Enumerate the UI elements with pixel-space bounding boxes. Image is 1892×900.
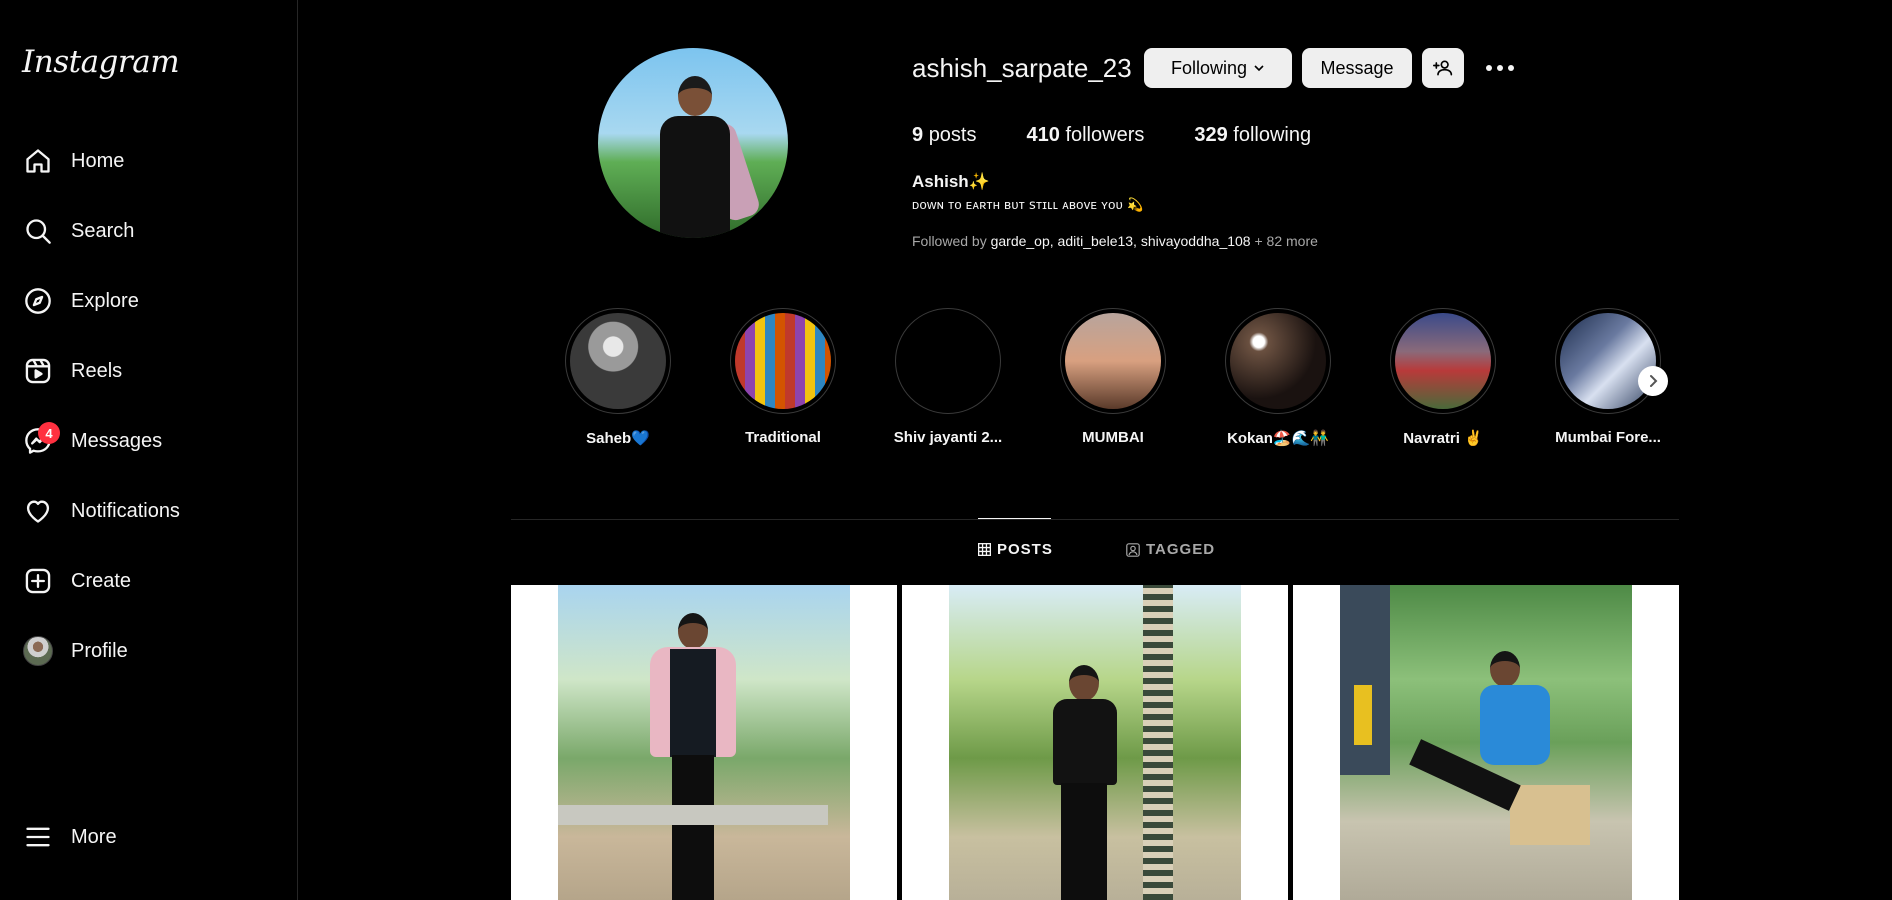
highlight-cover	[570, 313, 666, 409]
followed-by-names: garde_op, aditi_bele13, shivayoddha_108	[990, 233, 1251, 249]
following-label: Following	[1170, 57, 1248, 78]
sidebar-item-explore[interactable]: Explore	[0, 272, 286, 330]
followers-label: followers	[1065, 124, 1145, 146]
profile-stats: 9 posts 410 followers 329 following	[912, 124, 1361, 147]
sidebar: Instagram Home Search Explore Reels 4 Me…	[0, 0, 298, 900]
highlight-cover	[1560, 313, 1656, 409]
tabs-divider	[511, 519, 1679, 520]
followed-by-prefix: Followed by	[912, 233, 991, 249]
suggest-users-button[interactable]	[1422, 48, 1464, 88]
post-thumbnail[interactable]	[511, 585, 897, 900]
story-highlight[interactable]: Saheb💙	[556, 308, 680, 447]
highlight-label: Navratri ✌️	[1403, 430, 1483, 447]
highlight-cover	[900, 313, 996, 409]
message-button[interactable]: Message	[1302, 48, 1412, 88]
unread-badge: 4	[38, 422, 60, 444]
grid-icon	[978, 543, 991, 556]
followers-stat[interactable]: 410 followers	[1027, 124, 1145, 147]
highlight-cover	[1395, 313, 1491, 409]
posts-label: posts	[928, 124, 977, 146]
post-photo	[1340, 585, 1632, 900]
sidebar-item-more[interactable]: More	[0, 808, 286, 866]
sidebar-item-search[interactable]: Search	[0, 202, 286, 260]
profile-bio: ᴅᴏᴡɴ ᴛᴏ ᴇᴀʀᴛʜ ʙᴜᴛ ꜱᴛɪʟʟ ᴀʙᴏᴠᴇ ʏᴏᴜ 💫	[912, 197, 1144, 212]
compass-icon	[22, 285, 54, 317]
post-thumbnail[interactable]	[902, 585, 1288, 900]
posts-stat: 9 posts	[912, 124, 977, 147]
following-stat-label: following	[1233, 124, 1312, 146]
sidebar-item-reels[interactable]: Reels	[0, 342, 286, 400]
sidebar-item-label: Explore	[71, 289, 139, 312]
tab-posts[interactable]: POSTS	[978, 541, 1053, 558]
followers-count: 410	[1026, 124, 1060, 146]
sidebar-item-label: Reels	[71, 359, 123, 382]
menu-icon	[22, 821, 54, 853]
following-button[interactable]: Following	[1144, 48, 1292, 88]
posts-count: 9	[912, 124, 924, 146]
highlight-label: Shiv jayanti 2...	[893, 429, 1003, 446]
sidebar-item-notifications[interactable]: Notifications	[0, 482, 286, 540]
story-highlight[interactable]: MUMBAI	[1051, 308, 1175, 446]
sidebar-item-label: Create	[71, 569, 132, 592]
profile-username: ashish_sarpate_23	[912, 53, 1132, 83]
followed-by[interactable]: Followed by garde_op, aditi_bele13, shiv…	[912, 233, 1318, 249]
highlight-cover	[735, 313, 831, 409]
more-horizontal-icon	[1485, 64, 1515, 72]
avatar-photo	[660, 76, 762, 238]
highlights-next-button[interactable]	[1638, 366, 1668, 396]
story-highlight[interactable]: Traditional	[721, 308, 845, 446]
sidebar-item-home[interactable]: Home	[0, 132, 286, 190]
highlight-label: Saheb💙	[586, 430, 650, 447]
messenger-icon: 4	[22, 422, 60, 457]
home-icon	[22, 145, 54, 177]
post-photo	[558, 585, 850, 900]
chevron-down-icon	[1253, 62, 1265, 74]
highlight-label: Mumbai Fore...	[1555, 429, 1661, 446]
sidebar-item-label: Search	[71, 219, 135, 242]
profile-avatar[interactable]	[598, 48, 788, 238]
post-thumbnail[interactable]	[1293, 585, 1679, 900]
post-photo	[949, 585, 1241, 900]
plus-square-icon	[22, 565, 54, 597]
following-count: 329	[1194, 124, 1228, 146]
sidebar-item-label: Notifications	[71, 499, 180, 522]
avatar	[23, 636, 53, 666]
story-highlight[interactable]: Navratri ✌️	[1381, 308, 1505, 447]
tab-tagged-label: TAGGED	[1146, 541, 1216, 558]
instagram-logo[interactable]: Instagram	[22, 44, 180, 80]
sidebar-item-profile[interactable]: Profile	[0, 622, 286, 680]
sidebar-item-label: Profile	[71, 639, 128, 662]
active-tab-indicator	[978, 518, 1051, 519]
sidebar-item-label: Messages	[71, 429, 163, 452]
following-stat[interactable]: 329 following	[1194, 124, 1311, 147]
tab-posts-label: POSTS	[997, 541, 1053, 558]
search-icon	[22, 215, 54, 247]
profile-full-name: Ashish✨	[912, 172, 990, 191]
reels-icon	[22, 355, 54, 387]
sidebar-item-label: More	[71, 825, 117, 848]
heart-icon	[22, 495, 54, 527]
add-user-icon	[1433, 58, 1453, 78]
tab-tagged[interactable]: TAGGED	[1126, 541, 1215, 558]
chevron-right-icon	[1646, 374, 1660, 388]
sidebar-item-create[interactable]: Create	[0, 552, 286, 610]
sidebar-item-label: Home	[71, 149, 125, 172]
highlight-label: MUMBAI	[1082, 429, 1144, 446]
followed-by-more: + 82 more	[1250, 233, 1318, 249]
highlight-label: Traditional	[745, 429, 821, 446]
story-highlight[interactable]: Kokan🏖️🌊👬	[1216, 308, 1340, 447]
highlight-label: Kokan🏖️🌊👬	[1227, 430, 1329, 447]
sidebar-item-messages[interactable]: 4 Messages	[0, 412, 286, 470]
tagged-user-icon	[1126, 542, 1140, 557]
story-highlight[interactable]: Shiv jayanti 2...	[886, 308, 1010, 446]
more-options-button[interactable]	[1482, 56, 1518, 80]
message-label: Message	[1320, 57, 1394, 78]
highlight-cover	[1230, 313, 1326, 409]
highlight-cover	[1065, 313, 1161, 409]
